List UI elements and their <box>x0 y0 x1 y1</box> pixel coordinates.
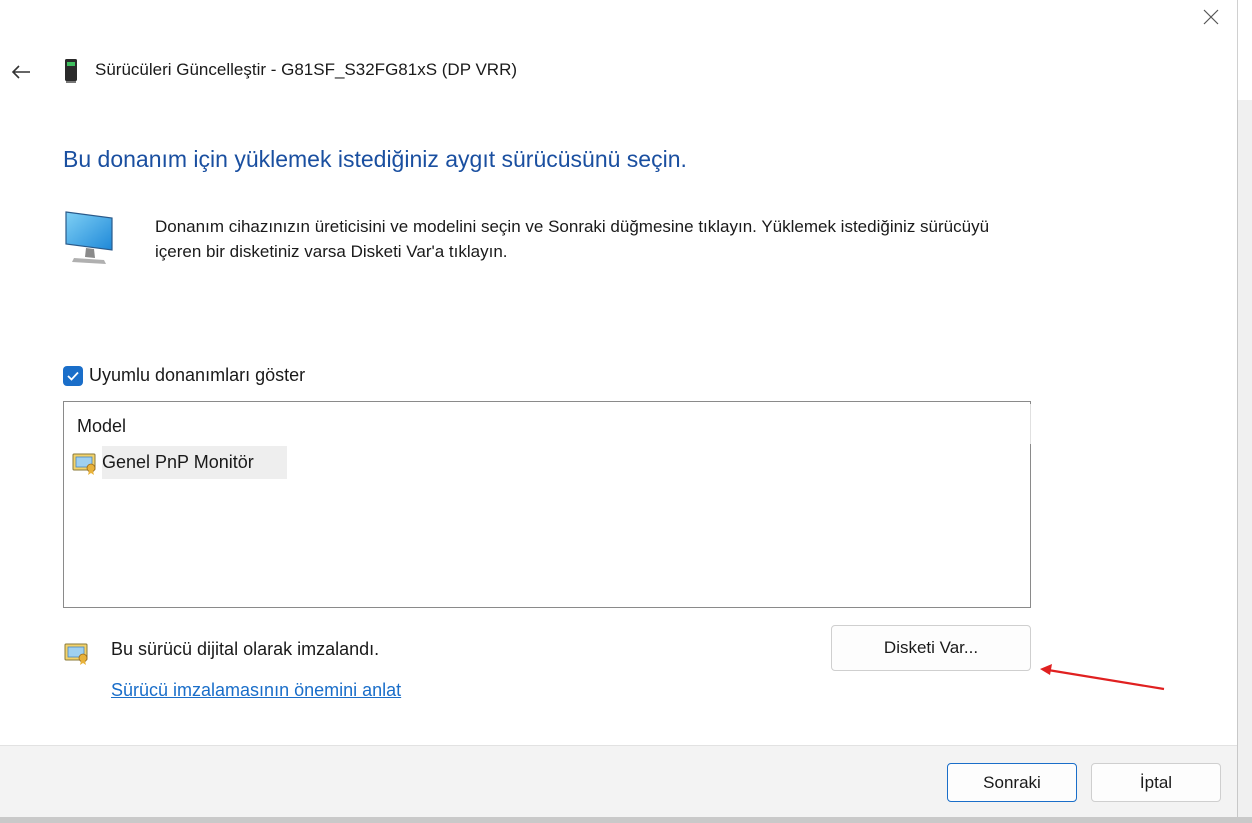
model-listbox[interactable]: Model Genel PnP Monitör <box>63 401 1031 608</box>
device-icon <box>65 59 77 83</box>
cancel-button[interactable]: İptal <box>1091 763 1221 802</box>
next-button[interactable]: Sonraki <box>947 763 1077 802</box>
page-heading: Bu donanım için yüklemek istediğiniz ayg… <box>63 146 687 172</box>
window-bottom-edge <box>0 817 1252 823</box>
description: Donanım cihazınızın üreticisini ve model… <box>155 217 990 261</box>
column-separator <box>1030 404 1031 444</box>
signing-importance-link[interactable]: Sürücü imzalamasının önemini anlat <box>111 680 401 701</box>
checkmark-icon <box>67 371 79 381</box>
background-window-edge <box>1237 100 1252 823</box>
back-arrow-icon <box>11 65 30 79</box>
signature-status: Bu sürücü dijital olarak imzalandı. <box>111 639 380 659</box>
have-disk-button[interactable]: Disketi Var... <box>831 625 1031 671</box>
back-button[interactable] <box>8 59 34 85</box>
close-button[interactable] <box>1196 4 1226 30</box>
window-title: Sürücüleri Güncelleştir - G81SF_S32FG81x… <box>95 60 518 79</box>
list-item[interactable]: Genel PnP Monitör <box>72 446 287 479</box>
compatible-hardware-checkbox[interactable] <box>63 365 83 386</box>
compatible-hardware-checkbox-row[interactable]: Uyumlu donanımları göster <box>63 365 305 386</box>
model-column-header: Model <box>77 416 127 436</box>
annotation-arrow <box>1040 664 1165 691</box>
certificate-icon <box>72 453 96 475</box>
close-icon <box>1203 9 1219 25</box>
window-border <box>1237 0 1238 100</box>
compatible-hardware-label: Uyumlu donanımları göster <box>89 365 306 385</box>
list-item-label: Genel PnP Monitör <box>102 452 254 472</box>
certificate-icon <box>64 643 88 665</box>
monitor-icon <box>65 211 113 264</box>
